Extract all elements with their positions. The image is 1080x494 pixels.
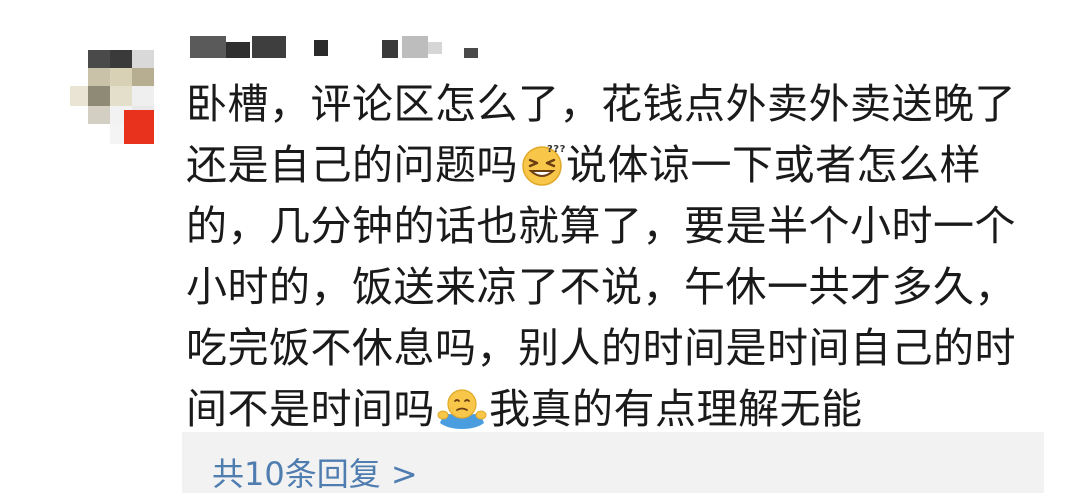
avatar[interactable]	[70, 50, 158, 144]
username-mosaic-block	[190, 36, 226, 58]
avatar-mosaic-block	[132, 68, 154, 86]
username-censored[interactable]	[190, 36, 490, 60]
avatar-mosaic-block	[88, 106, 110, 124]
avatar-mosaic-block	[88, 50, 110, 68]
avatar-mosaic-block	[110, 50, 132, 68]
username-mosaic-block	[252, 36, 286, 58]
shrug-emoji-icon	[436, 385, 488, 431]
avatar-mosaic-block	[124, 110, 154, 144]
comment-segment-3: 我真的有点理解无能	[489, 385, 863, 433]
avatar-mosaic-block	[110, 68, 132, 86]
view-replies-link[interactable]: 共10条回复 >	[212, 454, 418, 494]
username-mosaic-block	[402, 36, 428, 58]
username-mosaic-block	[226, 42, 250, 58]
svg-text:???: ???	[547, 144, 565, 155]
replies-box: 共10条回复 >	[182, 432, 1044, 493]
squinting-smile-emoji-icon: ???	[519, 141, 565, 187]
avatar-mosaic-block	[132, 86, 154, 106]
username-mosaic-block	[428, 42, 442, 54]
comment-text: 卧槽，评论区怎么了，花钱点外卖外卖送晚了还是自己的问题吗 ??? 说体谅一下或者…	[186, 74, 1056, 440]
username-mosaic-block	[464, 48, 478, 58]
avatar-mosaic-block	[70, 86, 88, 106]
avatar-mosaic-block	[88, 86, 110, 106]
avatar-mosaic-block	[110, 86, 132, 106]
avatar-mosaic-block	[132, 50, 154, 68]
username-mosaic-block	[314, 40, 328, 56]
username-mosaic-block	[382, 40, 398, 58]
avatar-mosaic-block	[88, 68, 110, 86]
